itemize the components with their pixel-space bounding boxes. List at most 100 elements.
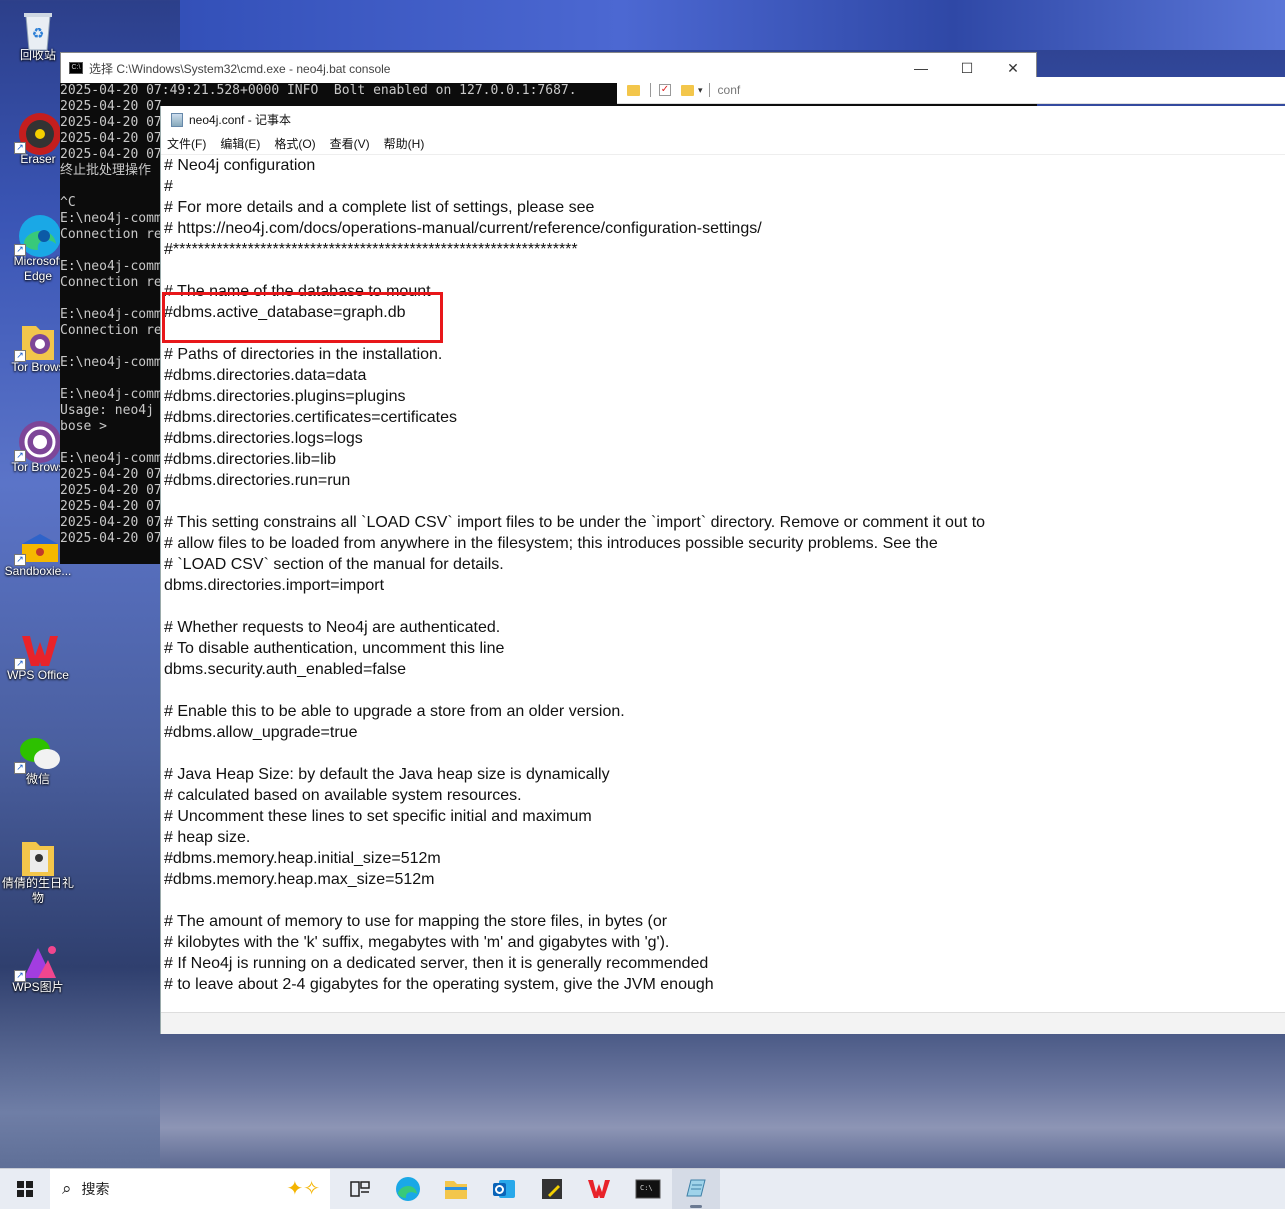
taskbar-terminal[interactable]: C:\ bbox=[624, 1169, 672, 1209]
shortcut-arrow-icon: ↗ bbox=[14, 970, 26, 982]
shortcut-arrow-icon: ↗ bbox=[14, 554, 26, 566]
text-line bbox=[164, 260, 1285, 281]
svg-text:C:\: C:\ bbox=[640, 1184, 653, 1192]
shortcut-arrow-icon: ↗ bbox=[14, 244, 26, 256]
text-line: dbms.directories.import=import bbox=[164, 577, 385, 594]
text-line: # `LOAD CSV` section of the manual for d… bbox=[164, 556, 504, 573]
sticky-notes-icon bbox=[542, 1179, 562, 1199]
edge-icon: ↗ bbox=[14, 214, 61, 257]
cmd-icon: C:\ bbox=[69, 62, 83, 74]
notepad-title-bar[interactable]: neo4j.conf - 记事本 bbox=[161, 106, 1285, 133]
text-line: #dbms.directories.data=data bbox=[164, 367, 367, 384]
taskbar: ⌕ 搜索 ✦✧ C:\ bbox=[0, 1168, 1285, 1209]
text-line: # To disable authentication, uncomment t… bbox=[164, 640, 505, 657]
notepad-window[interactable]: neo4j.conf - 记事本 文件(F) 编辑(E) 格式(O) 查看(V)… bbox=[160, 106, 1285, 1034]
tor-browser-icon: ↗ bbox=[14, 420, 61, 463]
text-line: #dbms.directories.certificates=certifica… bbox=[164, 409, 457, 426]
desktop-icon-wps-picture[interactable]: ↗ WPS图片 bbox=[2, 940, 74, 995]
text-line: # kilobytes with the 'k' suffix, megabyt… bbox=[164, 934, 670, 951]
chevron-down-icon[interactable]: ▾ bbox=[698, 85, 703, 96]
copilot-sparkle-icon[interactable]: ✦✧ bbox=[286, 1176, 320, 1201]
wallpaper-window bbox=[180, 0, 1285, 50]
minimize-button[interactable]: — bbox=[898, 60, 944, 77]
desktop-icon-wps-office[interactable]: ↗ WPS Office bbox=[2, 628, 74, 683]
taskbar-edge[interactable] bbox=[384, 1169, 432, 1209]
shortcut-arrow-icon: ↗ bbox=[14, 142, 26, 154]
taskbar-sticky-notes[interactable] bbox=[528, 1169, 576, 1209]
text-line: #dbms.directories.run=run bbox=[164, 472, 351, 489]
wechat-icon: ↗ bbox=[14, 732, 60, 774]
outlook-icon bbox=[493, 1180, 515, 1198]
task-view-button[interactable] bbox=[336, 1169, 384, 1209]
text-line bbox=[164, 743, 1285, 764]
tor-folder-icon: ↗ bbox=[14, 320, 58, 362]
text-line bbox=[164, 596, 1285, 617]
explorer-window-titlebar[interactable]: ✓ ▾ conf bbox=[617, 77, 1285, 104]
wallpaper-floor bbox=[160, 1034, 1285, 1168]
wps-picture-icon: ↗ bbox=[14, 940, 58, 982]
notepad-text-area[interactable]: # Neo4j configuration # # For more detai… bbox=[164, 155, 1285, 995]
text-line: #dbms.directories.logs=logs bbox=[164, 430, 363, 447]
menu-view[interactable]: 查看(V) bbox=[330, 135, 370, 152]
text-line: # This setting constrains all `LOAD CSV`… bbox=[164, 514, 986, 531]
menu-file[interactable]: 文件(F) bbox=[167, 135, 206, 152]
text-line: dbms.security.auth_enabled=false bbox=[164, 661, 407, 678]
text-line: # For more details and a complete list o… bbox=[164, 199, 595, 216]
close-button[interactable]: ✕ bbox=[990, 60, 1036, 77]
start-button[interactable] bbox=[0, 1169, 50, 1209]
notepad-icon bbox=[171, 112, 183, 127]
toolbar-separator bbox=[650, 83, 651, 97]
text-line: # Enable this to be able to upgrade a st… bbox=[164, 703, 625, 720]
text-line: # heap size. bbox=[164, 829, 251, 846]
taskbar-file-explorer[interactable] bbox=[432, 1169, 480, 1209]
shortcut-arrow-icon: ↗ bbox=[14, 762, 26, 774]
desktop-icon-birthday-folder[interactable]: 倩倩的生日礼物 bbox=[2, 836, 74, 906]
text-line: # bbox=[164, 178, 173, 195]
text-line: #***************************************… bbox=[164, 241, 578, 258]
text-line: # calculated based on available system r… bbox=[164, 787, 522, 804]
terminal-icon: C:\ bbox=[635, 1179, 661, 1199]
sandboxie-icon: ↗ bbox=[14, 524, 58, 566]
text-line: # Neo4j configuration bbox=[164, 157, 316, 174]
taskbar-outlook[interactable] bbox=[480, 1169, 528, 1209]
shortcut-arrow-icon: ↗ bbox=[14, 658, 26, 670]
desktop-icon-wechat[interactable]: ↗ 微信 bbox=[2, 732, 74, 787]
menu-format[interactable]: 格式(O) bbox=[274, 135, 315, 152]
folder-icon bbox=[627, 84, 640, 96]
text-line: #dbms.directories.plugins=plugins bbox=[164, 388, 406, 405]
taskbar-notepad[interactable] bbox=[672, 1168, 720, 1209]
edge-icon bbox=[396, 1177, 420, 1201]
highlight-annotation-box bbox=[162, 292, 443, 343]
text-line: #dbms.memory.heap.max_size=512m bbox=[164, 871, 435, 888]
search-icon: ⌕ bbox=[62, 1179, 72, 1198]
text-line: #dbms.allow_upgrade=true bbox=[164, 724, 358, 741]
notepad-title: neo4j.conf - 记事本 bbox=[189, 113, 292, 127]
notepad-horizontal-scrollbar[interactable] bbox=[161, 1012, 1285, 1034]
svg-text:♻: ♻ bbox=[32, 26, 45, 42]
taskbar-wps[interactable] bbox=[576, 1169, 624, 1209]
wps-office-icon: ↗ bbox=[14, 628, 58, 670]
cmd-title: 选择 C:\Windows\System32\cmd.exe - neo4j.b… bbox=[89, 61, 391, 76]
task-view-icon bbox=[350, 1181, 370, 1197]
desktop-icon-label: 倩倩的生日礼物 bbox=[2, 876, 75, 905]
folder-icon bbox=[18, 836, 58, 876]
new-folder-icon[interactable] bbox=[681, 84, 694, 96]
eraser-icon: ↗ bbox=[14, 112, 61, 155]
explorer-path: conf bbox=[717, 83, 741, 97]
maximize-button[interactable]: ☐ bbox=[944, 60, 990, 77]
text-line: # Paths of directories in the installati… bbox=[164, 346, 443, 363]
properties-icon[interactable]: ✓ bbox=[659, 84, 671, 96]
menu-edit[interactable]: 编辑(E) bbox=[220, 135, 260, 152]
menu-help[interactable]: 帮助(H) bbox=[384, 135, 425, 152]
windows-logo-icon bbox=[17, 1181, 33, 1197]
taskbar-search-box[interactable]: ⌕ 搜索 ✦✧ bbox=[50, 1168, 330, 1209]
shortcut-arrow-icon: ↗ bbox=[14, 450, 26, 462]
notepad-menu-bar: 文件(F) 编辑(E) 格式(O) 查看(V) 帮助(H) bbox=[161, 133, 1285, 155]
text-line: #dbms.directories.lib=lib bbox=[164, 451, 337, 468]
wps-office-icon bbox=[588, 1180, 610, 1198]
text-line: # https://neo4j.com/docs/operations-manu… bbox=[164, 220, 762, 237]
text-line: # Whether requests to Neo4j are authenti… bbox=[164, 619, 501, 636]
search-label: 搜索 bbox=[81, 1181, 110, 1197]
text-line bbox=[164, 491, 1285, 512]
text-line: # to leave about 2-4 gigabytes for the o… bbox=[164, 976, 714, 993]
